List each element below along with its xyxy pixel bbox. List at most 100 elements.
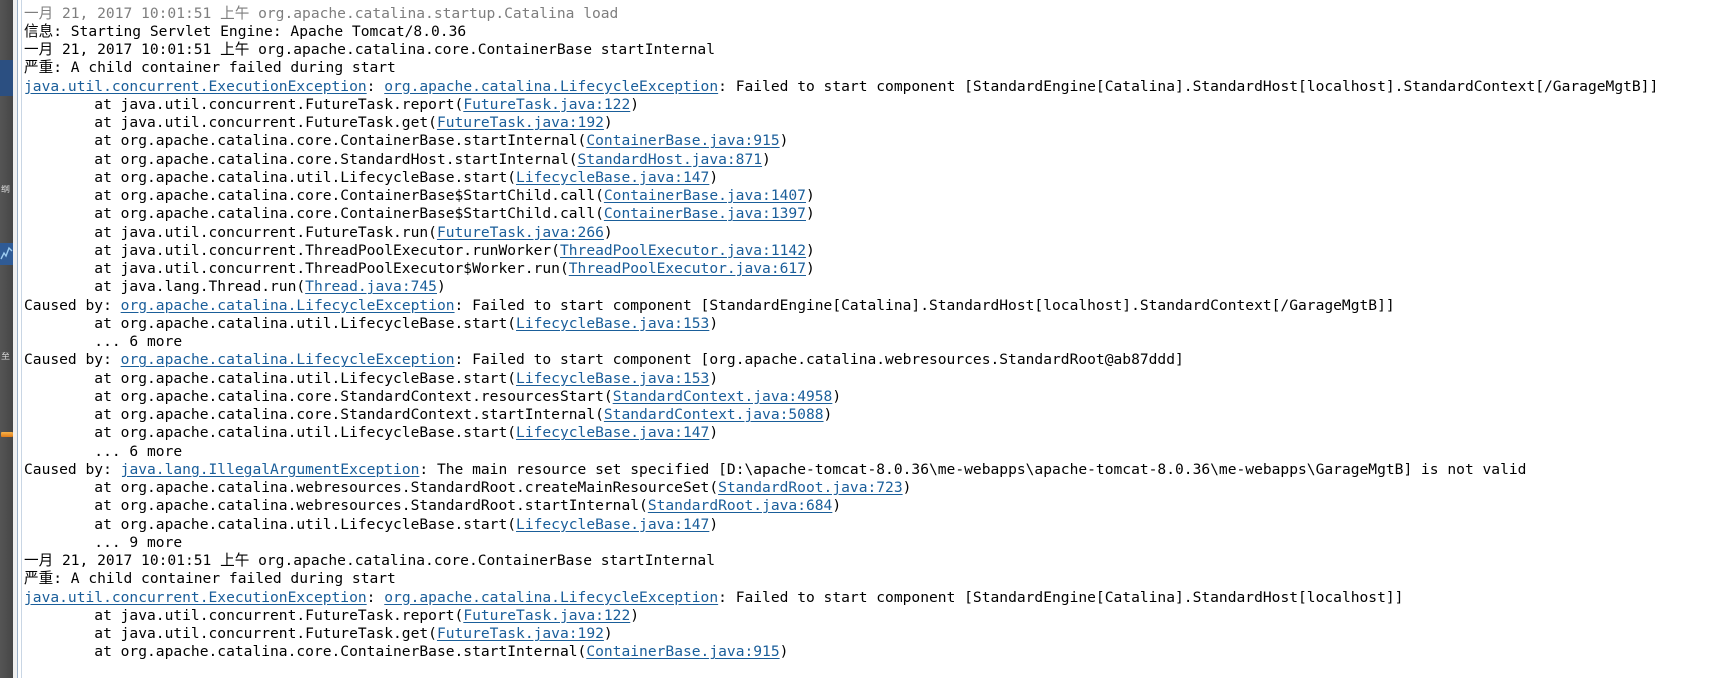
- console-line: 严重: A child container failed during star…: [24, 570, 1658, 588]
- console-text-segment: ): [902, 479, 912, 497]
- console-text-segment: at java.util.concurrent.FutureTask.repor…: [24, 95, 464, 113]
- console-text-segment: ): [603, 625, 613, 643]
- console-text-segment: at java.util.concurrent.FutureTask.get(: [24, 114, 437, 132]
- stacktrace-link[interactable]: ContainerBase.java:915: [586, 132, 779, 149]
- console-text-segment: at org.apache.catalina.util.LifecycleBas…: [24, 369, 517, 387]
- console-text-segment: Caused by:: [24, 460, 121, 478]
- rail-chart-icon[interactable]: [0, 243, 13, 265]
- console-text-segment: 一月 21, 2017 10:01:51 上午 org.apache.catal…: [24, 4, 619, 22]
- stacktrace-link[interactable]: LifecycleBase.java:147: [516, 516, 709, 533]
- console-text-segment: : The main resource set specified [D:\ap…: [419, 460, 1527, 478]
- console-line: at java.lang.Thread.run(Thread.java:745): [24, 278, 1658, 296]
- console-line: 信息: Starting Servlet Engine: Apache Tomc…: [24, 23, 1658, 41]
- stacktrace-link[interactable]: Thread.java:745: [305, 278, 437, 295]
- stacktrace-link[interactable]: FutureTask.java:266: [437, 224, 604, 241]
- stacktrace-link[interactable]: StandardContext.java:4958: [613, 388, 833, 405]
- rail-item-console-label[interactable]: 至: [1, 352, 13, 362]
- stacktrace-link[interactable]: org.apache.catalina.LifecycleException: [384, 589, 718, 606]
- console-text-segment: 一月 21, 2017 10:01:51 上午 org.apache.catal…: [24, 41, 715, 59]
- console-line: Caused by: org.apache.catalina.Lifecycle…: [24, 351, 1658, 369]
- console-line: at org.apache.catalina.util.LifecycleBas…: [24, 169, 1658, 187]
- console-text-segment: ): [709, 314, 719, 332]
- console-line: at org.apache.catalina.core.ContainerBas…: [24, 643, 1658, 661]
- console-text-segment: ): [630, 606, 640, 624]
- console-text-segment: : Failed to start component [StandardEng…: [718, 77, 1659, 95]
- stacktrace-link[interactable]: StandardHost.java:871: [578, 151, 763, 168]
- stacktrace-link[interactable]: ContainerBase.java:1397: [604, 205, 806, 222]
- console-text-segment: ): [603, 223, 613, 241]
- stacktrace-link[interactable]: FutureTask.java:122: [463, 607, 630, 624]
- stacktrace-link[interactable]: ThreadPoolExecutor.java:617: [569, 260, 806, 277]
- stacktrace-link[interactable]: StandardContext.java:5088: [604, 406, 824, 423]
- console-text-segment: ... 6 more: [24, 442, 183, 460]
- console-line: at org.apache.catalina.core.ContainerBas…: [24, 205, 1658, 223]
- stacktrace-link[interactable]: LifecycleBase.java:147: [516, 424, 709, 441]
- console-line: at java.util.concurrent.FutureTask.repor…: [24, 607, 1658, 625]
- stacktrace-link[interactable]: LifecycleBase.java:153: [516, 315, 709, 332]
- stacktrace-link[interactable]: ContainerBase.java:1407: [604, 187, 806, 204]
- console-line: at java.util.concurrent.ThreadPoolExecut…: [24, 242, 1658, 260]
- console-text-segment: ): [709, 424, 719, 442]
- console-text-segment: at org.apache.catalina.webresources.Stan…: [24, 497, 648, 515]
- console-text-segment: ): [823, 406, 833, 424]
- console-line: java.util.concurrent.ExecutionException:…: [24, 78, 1658, 96]
- stacktrace-link[interactable]: FutureTask.java:192: [437, 625, 604, 642]
- console-text-segment: ): [436, 278, 446, 296]
- console-text-segment: at org.apache.catalina.core.StandardCont…: [24, 406, 604, 424]
- console-text[interactable]: 一月 21, 2017 10:01:51 上午 org.apache.catal…: [24, 5, 1658, 662]
- console-text-segment: at java.util.concurrent.ThreadPoolExecut…: [24, 241, 560, 259]
- console-text-segment: 严重: A child container failed during star…: [24, 570, 396, 588]
- ide-window: 纲 至 一月 21, 2017 10:01:51 上午 org.apache.c…: [0, 0, 1716, 678]
- console-line: at java.util.concurrent.FutureTask.get(F…: [24, 625, 1658, 643]
- stacktrace-link[interactable]: ThreadPoolExecutor.java:1142: [560, 242, 806, 259]
- console-text-segment: at org.apache.catalina.core.ContainerBas…: [24, 187, 604, 205]
- console-text-segment: : Failed to start component [StandardEng…: [454, 296, 1395, 314]
- console-text-segment: :: [366, 77, 385, 95]
- console-line: Caused by: java.lang.IllegalArgumentExce…: [24, 461, 1658, 479]
- console-line: at org.apache.catalina.util.LifecycleBas…: [24, 370, 1658, 388]
- console-line: at java.util.concurrent.FutureTask.get(F…: [24, 114, 1658, 132]
- console-line: at org.apache.catalina.webresources.Stan…: [24, 479, 1658, 497]
- console-text-segment: ): [832, 497, 842, 515]
- console-text-segment: at org.apache.catalina.util.LifecycleBas…: [24, 168, 517, 186]
- console-line: at org.apache.catalina.util.LifecycleBas…: [24, 315, 1658, 333]
- console-text-segment: at org.apache.catalina.core.ContainerBas…: [24, 132, 587, 150]
- stacktrace-link[interactable]: org.apache.catalina.LifecycleException: [121, 297, 455, 314]
- console-text-segment: at java.util.concurrent.FutureTask.get(: [24, 625, 437, 643]
- stacktrace-link[interactable]: StandardRoot.java:723: [718, 479, 903, 496]
- stacktrace-link[interactable]: java.lang.IllegalArgumentException: [121, 461, 420, 478]
- rail-active-tab[interactable]: [0, 60, 13, 96]
- console-text-segment: ): [779, 643, 789, 661]
- console-text-segment: : Failed to start component [StandardEng…: [718, 588, 1404, 606]
- stacktrace-link[interactable]: FutureTask.java:192: [437, 114, 604, 131]
- stacktrace-link[interactable]: java.util.concurrent.ExecutionException: [24, 589, 367, 606]
- stacktrace-link[interactable]: org.apache.catalina.LifecycleException: [384, 78, 718, 95]
- console-line: ... 6 more: [24, 443, 1658, 461]
- console-text-segment: ): [805, 205, 815, 223]
- stacktrace-link[interactable]: org.apache.catalina.LifecycleException: [121, 351, 455, 368]
- console-text-segment: at org.apache.catalina.core.ContainerBas…: [24, 205, 604, 223]
- stacktrace-link[interactable]: LifecycleBase.java:147: [516, 169, 709, 186]
- console-line: at org.apache.catalina.core.ContainerBas…: [24, 132, 1658, 150]
- console-text-segment: ): [762, 150, 771, 168]
- console-line: at java.util.concurrent.ThreadPoolExecut…: [24, 260, 1658, 278]
- console-line: ... 9 more: [24, 534, 1658, 552]
- stacktrace-link[interactable]: java.util.concurrent.ExecutionException: [24, 78, 367, 95]
- rail-item-outline-label[interactable]: 纲: [1, 185, 13, 195]
- stacktrace-link[interactable]: FutureTask.java:122: [463, 96, 630, 113]
- console-output-panel[interactable]: 一月 21, 2017 10:01:51 上午 org.apache.catal…: [22, 0, 1716, 678]
- stacktrace-link[interactable]: LifecycleBase.java:153: [516, 370, 709, 387]
- console-text-segment: at org.apache.catalina.util.LifecycleBas…: [24, 515, 517, 533]
- stacktrace-link[interactable]: StandardRoot.java:684: [648, 497, 833, 514]
- console-text-segment: ): [709, 515, 719, 533]
- rail-bookmark-icon[interactable]: [1, 432, 13, 437]
- console-text-segment: ): [805, 187, 815, 205]
- stacktrace-link[interactable]: ContainerBase.java:915: [586, 643, 779, 660]
- console-text-segment: at org.apache.catalina.util.LifecycleBas…: [24, 424, 517, 442]
- console-text-segment: ): [779, 132, 789, 150]
- console-text-segment: :: [366, 588, 385, 606]
- ide-perspective-rail[interactable]: 纲 至: [0, 0, 13, 678]
- console-line: 一月 21, 2017 10:01:51 上午 org.apache.catal…: [24, 41, 1658, 59]
- console-line: java.util.concurrent.ExecutionException:…: [24, 589, 1658, 607]
- console-text-segment: 严重: A child container failed during star…: [24, 59, 396, 77]
